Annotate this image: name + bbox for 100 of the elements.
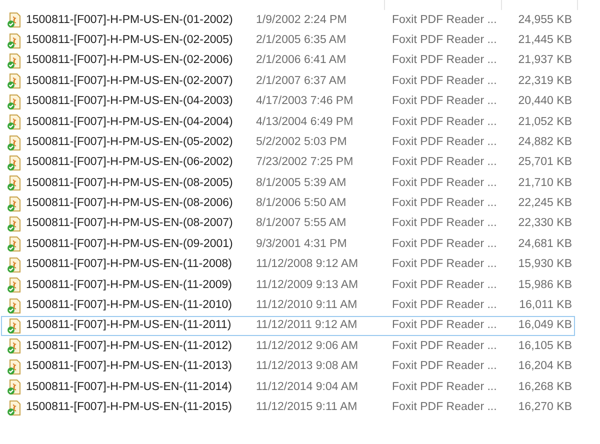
file-type: Foxit PDF Reader ... [392, 155, 498, 170]
pdf-file-icon [7, 256, 23, 273]
pdf-file-icon [7, 32, 23, 49]
file-name: 1500811-[F007]-H-PM-US-EN-(11-2012) [26, 338, 234, 354]
pdf-file-icon [7, 400, 23, 416]
pdf-file-icon [7, 52, 23, 69]
file-row[interactable]: 1500811-[F007]-H-PM-US-EN-(08-2005) 8/1/2005 5:39 AM Foxit PDF Reader ... 21,710 KB [1, 173, 575, 194]
date-modified: 11/12/2008 9:12 AM [256, 257, 360, 272]
file-type: Foxit PDF Reader ... [392, 196, 498, 212]
file-type: Foxit PDF Reader ... [392, 216, 498, 232]
date-modified: 11/12/2009 9:13 AM [256, 278, 360, 293]
file-type: Foxit PDF Reader ... [392, 359, 498, 374]
file-name: 1500811-[F007]-H-PM-US-EN-(11-2015) [26, 400, 234, 415]
pdf-file-icon [7, 236, 23, 252]
date-modified: 2/1/2005 6:35 AM [256, 32, 348, 48]
file-type: Foxit PDF Reader ... [392, 380, 498, 395]
file-size: 16,204 KB [517, 359, 572, 374]
file-size: 20,440 KB [517, 94, 572, 110]
file-name: 1500811-[F007]-H-PM-US-EN-(11-2013) [26, 359, 234, 374]
pdf-file-icon [7, 73, 23, 90]
pdf-file-icon [7, 318, 23, 334]
file-size: 16,105 KB [517, 338, 572, 354]
file-size: 24,955 KB [517, 12, 572, 28]
pdf-file-icon [7, 94, 23, 110]
file-type: Foxit PDF Reader ... [392, 400, 498, 415]
file-name: 1500811-[F007]-H-PM-US-EN-(08-2006) [26, 196, 234, 212]
file-name: 1500811-[F007]-H-PM-US-EN-(02-2005) [26, 32, 234, 48]
file-name: 1500811-[F007]-H-PM-US-EN-(05-2002) [26, 134, 234, 150]
pdf-file-icon [7, 12, 23, 28]
date-modified: 2/1/2007 6:37 AM [256, 74, 348, 89]
file-row[interactable]: 1500811-[F007]-H-PM-US-EN-(05-2002) 5/2/2002 5:03 PM Foxit PDF Reader ... 24,882 KB [1, 132, 575, 153]
date-modified: 4/17/2003 7:46 PM [256, 94, 354, 110]
date-modified: 11/12/2011 9:12 AM [256, 318, 358, 334]
file-size: 21,937 KB [517, 53, 572, 68]
file-row[interactable]: 1500811-[F007]-H-PM-US-EN-(11-2015) 11/12/2015 9:11 AM Foxit PDF Reader ... 16,270 KB [1, 397, 575, 418]
file-type: Foxit PDF Reader ... [392, 278, 498, 293]
file-name: 1500811-[F007]-H-PM-US-EN-(04-2003) [26, 94, 234, 110]
date-modified: 11/12/2015 9:11 AM [256, 400, 358, 415]
pdf-file-icon [7, 154, 23, 171]
file-type: Foxit PDF Reader ... [392, 94, 498, 110]
file-size: 15,930 KB [517, 257, 572, 272]
pdf-file-icon [7, 196, 23, 212]
file-name: 1500811-[F007]-H-PM-US-EN-(06-2002) [26, 155, 234, 170]
file-row[interactable]: 1500811-[F007]-H-PM-US-EN-(11-2008) 11/12/2008 9:12 AM Foxit PDF Reader ... 15,930 KB [1, 254, 575, 276]
file-name: 1500811-[F007]-H-PM-US-EN-(02-2007) [26, 74, 234, 89]
file-size: 22,245 KB [517, 196, 572, 212]
file-name: 1500811-[F007]-H-PM-US-EN-(09-2001) [26, 236, 234, 252]
file-row[interactable]: 1500811-[F007]-H-PM-US-EN-(08-2007) 8/1/2007 5:55 AM Foxit PDF Reader ... 22,330 KB [1, 214, 575, 234]
file-size: 16,268 KB [517, 380, 572, 395]
pdf-file-icon [7, 134, 23, 151]
file-row[interactable]: 1500811-[F007]-H-PM-US-EN-(11-2009) 11/12/2009 9:13 AM Foxit PDF Reader ... 15,986 KB [1, 275, 575, 296]
date-modified: 8/1/2007 5:55 AM [256, 216, 348, 232]
file-size: 21,052 KB [517, 114, 572, 130]
file-name: 1500811-[F007]-H-PM-US-EN-(11-2014) [26, 380, 234, 395]
date-modified: 7/23/2002 7:25 PM [256, 155, 354, 170]
file-name: 1500811-[F007]-H-PM-US-EN-(11-2008) [26, 257, 234, 272]
file-size: 24,681 KB [517, 236, 572, 252]
file-row[interactable]: 1500811-[F007]-H-PM-US-EN-(11-2014) 11/12/2014 9:04 AM Foxit PDF Reader ... 16,268 KB [1, 377, 575, 398]
file-row[interactable]: 1500811-[F007]-H-PM-US-EN-(08-2006) 8/1/2006 5:50 AM Foxit PDF Reader ... 22,245 KB [1, 194, 575, 214]
date-modified: 9/3/2001 4:31 PM [256, 236, 348, 252]
file-type: Foxit PDF Reader ... [392, 12, 498, 28]
file-size: 16,270 KB [517, 400, 572, 415]
date-modified: 11/12/2010 9:11 AM [256, 298, 358, 314]
file-row[interactable]: 1500811-[F007]-H-PM-US-EN-(11-2013) 11/12/2013 9:08 AM Foxit PDF Reader ... 16,204 KB [1, 356, 575, 378]
file-name: 1500811-[F007]-H-PM-US-EN-(08-2005) [26, 176, 234, 191]
file-size: 25,701 KB [517, 155, 572, 170]
date-modified: 1/9/2002 2:24 PM [256, 12, 348, 28]
file-row[interactable]: 1500811-[F007]-H-PM-US-EN-(11-2012) 11/12/2012 9:06 AM Foxit PDF Reader ... 16,105 KB [1, 336, 575, 357]
pdf-file-icon [7, 114, 23, 130]
file-row[interactable]: 1500811-[F007]-H-PM-US-EN-(11-2010) 11/12/2010 9:11 AM Foxit PDF Reader ... 16,011 KB [1, 295, 575, 316]
file-name: 1500811-[F007]-H-PM-US-EN-(11-2011) [26, 318, 232, 334]
pdf-file-icon [7, 277, 23, 294]
file-row[interactable]: 1500811-[F007]-H-PM-US-EN-(01-2002) 1/9/2002 2:24 PM Foxit PDF Reader ... 24,955 KB [1, 10, 575, 30]
pdf-file-icon [7, 298, 23, 314]
file-name: 1500811-[F007]-H-PM-US-EN-(01-2002) [26, 12, 234, 28]
file-row[interactable]: 1500811-[F007]-H-PM-US-EN-(04-2004) 4/13/2004 6:49 PM Foxit PDF Reader ... 21,052 KB [1, 112, 575, 132]
file-row[interactable]: 1500811-[F007]-H-PM-US-EN-(02-2007) 2/1/2007 6:37 AM Foxit PDF Reader ... 22,319 KB [1, 71, 575, 92]
file-row[interactable]: 1500811-[F007]-H-PM-US-EN-(09-2001) 9/3/2001 4:31 PM Foxit PDF Reader ... 24,681 KB [1, 234, 575, 255]
file-type: Foxit PDF Reader ... [392, 74, 498, 89]
file-type: Foxit PDF Reader ... [392, 338, 498, 354]
file-row[interactable]: 1500811-[F007]-H-PM-US-EN-(02-2005) 2/1/2005 6:35 AM Foxit PDF Reader ... 21,445 KB [1, 30, 575, 51]
date-modified: 11/12/2012 9:06 AM [256, 338, 360, 354]
date-modified: 8/1/2006 5:50 AM [256, 196, 348, 212]
file-size: 21,445 KB [517, 32, 572, 48]
file-size: 21,710 KB [517, 176, 572, 191]
file-row[interactable]: 1500811-[F007]-H-PM-US-EN-(04-2003) 4/17/2003 7:46 PM Foxit PDF Reader ... 20,440 KB [1, 92, 575, 112]
file-type: Foxit PDF Reader ... [392, 298, 498, 314]
date-modified: 8/1/2005 5:39 AM [256, 176, 348, 191]
file-type: Foxit PDF Reader ... [392, 53, 498, 68]
file-name: 1500811-[F007]-H-PM-US-EN-(02-2006) [26, 53, 234, 68]
date-modified: 5/2/2002 5:03 PM [256, 134, 348, 150]
file-row[interactable]: 1500811-[F007]-H-PM-US-EN-(02-2006) 2/1/2006 6:41 AM Foxit PDF Reader ... 21,937 KB [1, 50, 575, 72]
file-row[interactable]: 1500811-[F007]-H-PM-US-EN-(11-2011) 11/12/2011 9:12 AM Foxit PDF Reader ... 16,049 KB [1, 316, 575, 336]
pdf-file-icon [7, 358, 23, 375]
file-row[interactable]: 1500811-[F007]-H-PM-US-EN-(06-2002) 7/23/2002 7:25 PM Foxit PDF Reader ... 25,701 KB [1, 152, 575, 174]
file-type: Foxit PDF Reader ... [392, 114, 498, 130]
file-type: Foxit PDF Reader ... [392, 32, 498, 48]
file-size: 22,319 KB [517, 74, 572, 89]
file-size: 16,011 KB [518, 298, 572, 314]
pdf-file-icon [7, 216, 23, 232]
